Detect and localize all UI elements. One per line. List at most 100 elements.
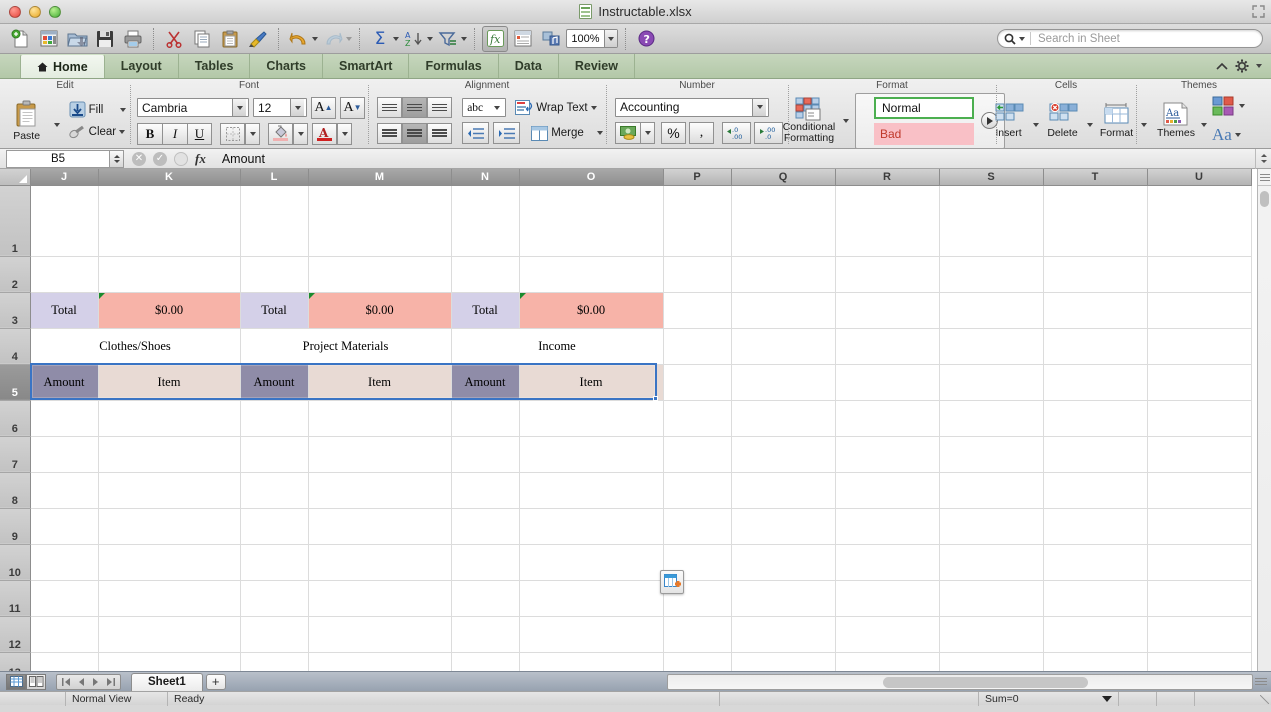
cell-S4[interactable] bbox=[939, 328, 1044, 365]
cell-U6[interactable] bbox=[1147, 400, 1252, 437]
cell-M1[interactable] bbox=[308, 185, 452, 257]
tab-data[interactable]: Data bbox=[499, 54, 559, 78]
conditional-formatting-button[interactable]: Conditional Formatting bbox=[781, 97, 837, 144]
cell-R3[interactable] bbox=[835, 292, 940, 329]
cell-P9[interactable] bbox=[663, 508, 732, 545]
autosum-dropdown-arrow-icon[interactable] bbox=[393, 36, 399, 41]
cell-T4[interactable] bbox=[1043, 328, 1148, 365]
cell-Q2[interactable] bbox=[731, 256, 836, 293]
wrap-text-button[interactable]: Wrap Text bbox=[515, 99, 597, 116]
cell-N13[interactable] bbox=[451, 652, 520, 671]
cell-O10[interactable] bbox=[519, 544, 664, 581]
style-bad[interactable]: Bad bbox=[874, 122, 974, 145]
style-normal[interactable]: Normal bbox=[874, 96, 974, 119]
sheet-tab-sheet1[interactable]: Sheet1 bbox=[131, 672, 203, 691]
cell-M11[interactable] bbox=[308, 580, 452, 617]
cell-T12[interactable] bbox=[1043, 616, 1148, 653]
formula-input[interactable]: Amount bbox=[214, 152, 1255, 166]
cell-S5[interactable] bbox=[939, 364, 1044, 401]
fill-dropdown-arrow-icon[interactable] bbox=[120, 107, 127, 112]
cell-N4-merged[interactable]: Income bbox=[451, 328, 664, 365]
font-color-dropdown-button[interactable] bbox=[337, 122, 352, 145]
cell-L5[interactable]: Amount bbox=[240, 364, 309, 401]
column-header-K[interactable]: K bbox=[98, 169, 241, 186]
align-top-right-button[interactable] bbox=[427, 97, 453, 118]
borders-dropdown-button[interactable] bbox=[245, 122, 260, 145]
tab-tables[interactable]: Tables bbox=[179, 54, 251, 78]
cell-L1[interactable] bbox=[240, 185, 309, 257]
cell-J13[interactable] bbox=[30, 652, 99, 671]
cell-O3[interactable]: $0.00 bbox=[519, 292, 664, 329]
cell-R11[interactable] bbox=[835, 580, 940, 617]
cell-S13[interactable] bbox=[939, 652, 1044, 671]
format-cells-button[interactable]: Format bbox=[1094, 102, 1140, 139]
scroll-split-grip-icon[interactable] bbox=[1255, 674, 1267, 690]
wrap-text-dropdown-arrow-icon[interactable] bbox=[590, 105, 597, 110]
comma-format-button[interactable]: , bbox=[689, 121, 714, 144]
cell-U8[interactable] bbox=[1147, 472, 1252, 509]
clear-dropdown-arrow-icon[interactable] bbox=[119, 130, 126, 134]
formula-expand-icon[interactable] bbox=[174, 151, 188, 166]
cell-R12[interactable] bbox=[835, 616, 940, 653]
insert-dropdown-arrow-icon[interactable] bbox=[1032, 122, 1039, 127]
horizontal-scrollbar[interactable] bbox=[667, 673, 1253, 690]
page-layout-view-icon[interactable] bbox=[26, 673, 46, 690]
minimize-window-button[interactable] bbox=[29, 5, 41, 18]
save-icon[interactable] bbox=[92, 26, 118, 52]
column-header-S[interactable]: S bbox=[939, 169, 1044, 186]
cell-styles-gallery[interactable]: Normal Bad bbox=[855, 92, 1005, 149]
media-browser-icon[interactable] bbox=[538, 26, 564, 52]
tab-home[interactable]: Home bbox=[20, 54, 105, 78]
sort-az-icon[interactable]: A Z bbox=[401, 26, 427, 52]
cell-M10[interactable] bbox=[308, 544, 452, 581]
paste-clipboard-icon[interactable] bbox=[217, 26, 243, 52]
cell-O13[interactable] bbox=[519, 652, 664, 671]
increase-decimal-button[interactable]: .0 .00 bbox=[722, 121, 751, 144]
redo-dropdown-arrow-icon[interactable] bbox=[346, 36, 352, 41]
cell-U2[interactable] bbox=[1147, 256, 1252, 293]
cell-J10[interactable] bbox=[30, 544, 99, 581]
cell-T10[interactable] bbox=[1043, 544, 1148, 581]
cell-S6[interactable] bbox=[939, 400, 1044, 437]
tab-charts[interactable]: Charts bbox=[250, 54, 323, 78]
cell-U3[interactable] bbox=[1147, 292, 1252, 329]
cell-K10[interactable] bbox=[98, 544, 241, 581]
cell-K13[interactable] bbox=[98, 652, 241, 671]
cell-N1[interactable] bbox=[451, 185, 520, 257]
vertical-scroll-thumb[interactable] bbox=[1260, 191, 1269, 207]
cell-U9[interactable] bbox=[1147, 508, 1252, 545]
cell-L7[interactable] bbox=[240, 436, 309, 473]
cell-O2[interactable] bbox=[519, 256, 664, 293]
insert-cells-button[interactable]: Insert bbox=[986, 102, 1032, 139]
paste-dropdown-arrow-icon[interactable] bbox=[53, 122, 60, 127]
theme-fonts-label[interactable]: Aa bbox=[1212, 125, 1232, 145]
cell-J7[interactable] bbox=[30, 436, 99, 473]
split-handle-icon[interactable] bbox=[1259, 176, 1270, 178]
tab-review[interactable]: Review bbox=[559, 54, 635, 78]
new-from-template-icon[interactable] bbox=[36, 26, 62, 52]
cell-T11[interactable] bbox=[1043, 580, 1148, 617]
autosum-sigma-icon[interactable]: Σ bbox=[367, 26, 393, 52]
horizontal-scroll-thumb[interactable] bbox=[883, 676, 1088, 688]
settings-dropdown-arrow-icon[interactable] bbox=[1256, 64, 1262, 68]
cell-L2[interactable] bbox=[240, 256, 309, 293]
cell-T1[interactable] bbox=[1043, 185, 1148, 257]
cell-R2[interactable] bbox=[835, 256, 940, 293]
cell-Q8[interactable] bbox=[731, 472, 836, 509]
cell-J3[interactable]: Total bbox=[30, 292, 99, 329]
sort-dropdown-arrow-icon[interactable] bbox=[427, 36, 433, 41]
cell-Q4[interactable] bbox=[731, 328, 836, 365]
grow-font-button[interactable]: A ▲ bbox=[311, 96, 336, 119]
cell-U7[interactable] bbox=[1147, 436, 1252, 473]
open-folder-icon[interactable] bbox=[64, 26, 90, 52]
font-color-button[interactable]: A bbox=[312, 122, 337, 145]
row-header-6[interactable]: 6 bbox=[0, 400, 31, 437]
cell-L6[interactable] bbox=[240, 400, 309, 437]
font-name-select[interactable]: Cambria bbox=[137, 98, 249, 117]
align-top-center-button[interactable] bbox=[402, 97, 428, 118]
prev-sheet-icon[interactable] bbox=[78, 677, 85, 686]
theme-colors-icon[interactable] bbox=[1212, 96, 1236, 116]
cell-T2[interactable] bbox=[1043, 256, 1148, 293]
spreadsheet-grid[interactable]: J K L M N O P Q R S T U 1 2 3 Total $0.0… bbox=[0, 169, 1271, 671]
formula-builder-fx-icon[interactable]: fx bbox=[482, 25, 508, 52]
